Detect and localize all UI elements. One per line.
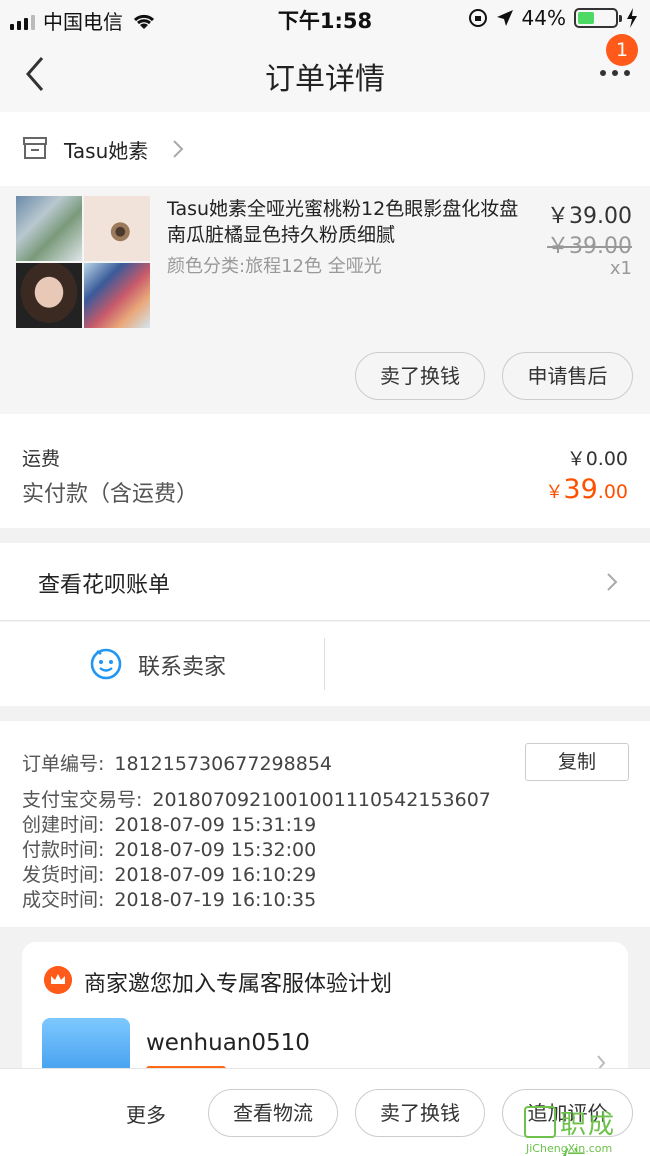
store-name: Tasu她素 (64, 139, 149, 163)
battery-level (578, 12, 594, 24)
store-row[interactable]: Tasu她素 (0, 112, 650, 186)
after-sale-button[interactable]: 申请售后 (502, 352, 633, 400)
rotation-lock-icon (468, 9, 487, 27)
huabei-bill-row[interactable]: 查看花呗账单 (0, 543, 650, 621)
view-logistics-button[interactable]: 查看物流 (208, 1089, 338, 1137)
paid-currency: ￥ (545, 482, 564, 503)
status-right: 44% (468, 6, 638, 30)
created-time-key: 创建时间: (22, 814, 105, 836)
product-quantity: x1 (609, 258, 632, 279)
shipped-time-key: 发货时间: (22, 864, 105, 886)
paid-time-row: 付款时间: 2018-07-09 15:32:00 (22, 835, 316, 862)
paid-time-value: 2018-07-09 15:32:00 (114, 839, 317, 861)
smile-chat-icon[interactable] (88, 645, 124, 681)
paid-time-key: 付款时间: (22, 839, 105, 861)
paid-decimal: .00 (597, 481, 628, 503)
alipay-trade-row: 支付宝交易号: 2018070921001001110542153607 (22, 785, 491, 812)
watermark: 职成信 JiChengXin.com (524, 1104, 642, 1156)
store-icon (23, 137, 47, 159)
sell-button[interactable]: 卖了换钱 (355, 1089, 485, 1137)
chevron-right-icon (173, 140, 184, 158)
completed-time-row: 成交时间: 2018-07-19 16:10:35 (22, 885, 316, 912)
battery-percent: 44% (521, 6, 566, 30)
created-time-value: 2018-07-09 15:31:19 (114, 814, 317, 836)
battery-icon (574, 8, 622, 28)
location-arrow-icon (496, 10, 513, 26)
order-number-value: 181215730677298854 (114, 753, 332, 775)
service-invite-card[interactable]: 商家邀您加入专属客服体验计划 wenhuan0510 (22, 942, 628, 1082)
shipped-time-row: 发货时间: 2018-07-09 16:10:29 (22, 860, 316, 887)
copy-button[interactable]: 复制 (525, 743, 629, 781)
contact-row: 联系卖家 (0, 622, 650, 706)
created-time-row: 创建时间: 2018-07-09 15:31:19 (22, 810, 316, 837)
paid-value: ￥39.00 (545, 474, 628, 505)
product-title: Tasu她素全哑光蜜桃粉12色眼影盘化妆盘南瓜脏橘显色持久粉质细腻 (167, 198, 519, 246)
page-title: 订单详情 (265, 62, 385, 97)
product-price: ￥39.00 (547, 204, 632, 229)
product-thumbnail[interactable] (16, 196, 150, 328)
watermark-logo-icon (524, 1106, 556, 1138)
product-original-price: ￥39.00 (547, 234, 632, 259)
shipped-time-value: 2018-07-09 16:10:29 (114, 864, 317, 886)
completed-time-key: 成交时间: (22, 889, 105, 911)
order-number-row: 订单编号: 181215730677298854 (22, 749, 332, 776)
crown-icon (44, 966, 72, 994)
more-icon[interactable] (600, 70, 630, 76)
shipping-label: 运费 (22, 448, 61, 470)
shipping-value: ￥0.00 (566, 448, 628, 470)
chevron-right-icon (607, 573, 618, 591)
notification-badge: 1 (606, 34, 638, 66)
alipay-trade-key: 支付宝交易号: (22, 789, 143, 811)
service-username: wenhuan0510 (146, 1030, 310, 1056)
status-bar: 中国电信 下午1:58 44% (0, 0, 650, 36)
order-totals: 运费 ￥0.00 实付款（含运费） ￥39.00 (0, 414, 650, 528)
order-info: 订单编号: 181215730677298854 复制 支付宝交易号: 201807… (0, 721, 650, 927)
huabei-label: 查看花呗账单 (38, 573, 171, 598)
contact-seller-button[interactable]: 联系卖家 (138, 649, 226, 681)
service-title: 商家邀您加入专属客服体验计划 (84, 972, 393, 997)
divider (324, 638, 325, 690)
product-spec: 颜色分类:旅程12色 全哑光 (167, 256, 382, 277)
alipay-trade-value: 2018070921001001110542153607 (152, 789, 491, 811)
watermark-subtext: JiChengXin.com (526, 1142, 613, 1155)
order-number-key: 订单编号: (22, 753, 105, 775)
completed-time-value: 2018-07-19 16:10:35 (114, 889, 317, 911)
charging-icon (627, 8, 637, 28)
sell-button[interactable]: 卖了换钱 (355, 352, 485, 400)
paid-integer: 39 (563, 474, 598, 505)
nav-bar: 订单详情 1 (0, 34, 650, 112)
more-button[interactable]: 更多 (126, 1099, 166, 1128)
product-item[interactable]: Tasu她素全哑光蜜桃粉12色眼影盘化妆盘南瓜脏橘显色持久粉质细腻 颜色分类:旅… (0, 186, 650, 414)
paid-label: 实付款（含运费） (22, 482, 199, 507)
